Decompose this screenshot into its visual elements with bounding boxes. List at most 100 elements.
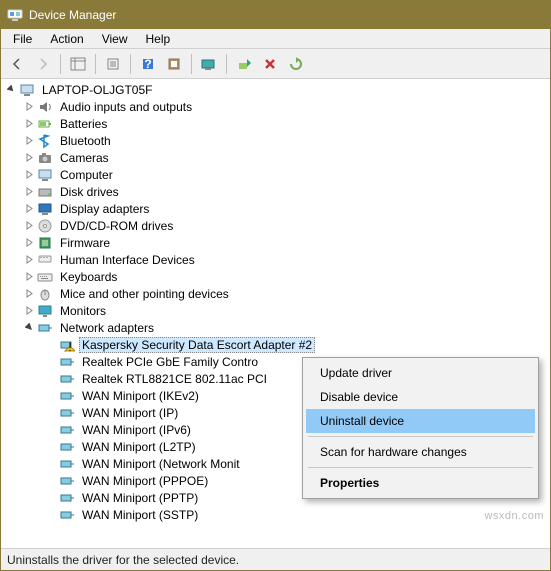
tree-category[interactable]: Bluetooth (1, 132, 550, 149)
expand-icon[interactable] (23, 135, 35, 147)
tree-category[interactable]: Disk drives (1, 183, 550, 200)
category-icon (37, 167, 53, 183)
expand-icon[interactable] (23, 271, 35, 283)
expand-icon[interactable] (23, 203, 35, 215)
category-label: Display adapters (57, 201, 152, 217)
network-adapter-icon (59, 354, 75, 370)
tree-category[interactable]: Human Interface Devices (1, 251, 550, 268)
tree-category[interactable]: DVD/CD-ROM drives (1, 217, 550, 234)
device-label: Kaspersky Security Data Escort Adapter #… (79, 337, 315, 353)
toolbar-sep (191, 54, 192, 74)
network-adapter-icon (59, 371, 75, 387)
network-adapter-icon (59, 405, 75, 421)
ctx-update-driver[interactable]: Update driver (306, 361, 535, 385)
svg-text:!: ! (68, 340, 71, 353)
expand-icon[interactable] (23, 169, 35, 181)
expand-icon[interactable] (23, 254, 35, 266)
window-title: Device Manager (29, 8, 116, 22)
forward-button[interactable] (31, 52, 55, 76)
category-icon (37, 235, 53, 251)
tree-category[interactable]: Network adapters (1, 319, 550, 336)
category-icon (37, 303, 53, 319)
update-driver-button[interactable] (284, 52, 308, 76)
toolbar: ? (1, 49, 550, 79)
device-label: WAN Miniport (IPv6) (79, 422, 194, 438)
action-button[interactable] (162, 52, 186, 76)
enable-button[interactable] (232, 52, 256, 76)
tree-category[interactable]: Cameras (1, 149, 550, 166)
device-item-selected[interactable]: ! Kaspersky Security Data Escort Adapter… (1, 336, 550, 353)
tree-category[interactable]: Audio inputs and outputs (1, 98, 550, 115)
network-adapter-warning-icon: ! (59, 337, 75, 353)
tree-category[interactable]: Batteries (1, 115, 550, 132)
collapse-icon[interactable] (23, 322, 35, 334)
ctx-properties[interactable]: Properties (306, 471, 535, 495)
expand-icon[interactable] (23, 237, 35, 249)
expand-icon[interactable] (23, 118, 35, 130)
tree-category[interactable]: Monitors (1, 302, 550, 319)
expand-icon[interactable] (23, 288, 35, 300)
category-label: Mice and other pointing devices (57, 286, 232, 302)
expand-icon[interactable] (23, 220, 35, 232)
statusbar: Uninstalls the driver for the selected d… (1, 548, 550, 570)
show-hide-tree-button[interactable] (66, 52, 90, 76)
category-label: Batteries (57, 116, 110, 132)
app-icon (7, 7, 23, 23)
expand-icon[interactable] (23, 186, 35, 198)
device-manager-window: Device Manager File Action View Help ? L… (0, 0, 551, 571)
expand-icon[interactable] (23, 101, 35, 113)
ctx-sep (308, 467, 533, 468)
expand-icon[interactable] (23, 152, 35, 164)
category-icon (37, 99, 53, 115)
category-icon (37, 133, 53, 149)
computer-icon (19, 82, 35, 98)
menubar: File Action View Help (1, 29, 550, 49)
status-text: Uninstalls the driver for the selected d… (7, 553, 239, 567)
svg-text:?: ? (144, 57, 151, 71)
help-button[interactable]: ? (136, 52, 160, 76)
ctx-disable-device[interactable]: Disable device (306, 385, 535, 409)
network-adapter-icon (59, 422, 75, 438)
device-label: WAN Miniport (Network Monit (79, 456, 243, 472)
network-adapter-icon (59, 507, 75, 523)
device-label: WAN Miniport (L2TP) (79, 439, 199, 455)
menu-action[interactable]: Action (42, 30, 91, 48)
category-icon (37, 252, 53, 268)
tree-root[interactable]: LAPTOP-OLJGT05F (1, 81, 550, 98)
network-adapter-icon (59, 490, 75, 506)
ctx-sep (308, 436, 533, 437)
menu-view[interactable]: View (94, 30, 136, 48)
scan-hardware-button[interactable] (197, 52, 221, 76)
category-label: Monitors (57, 303, 109, 319)
tree-category[interactable]: Mice and other pointing devices (1, 285, 550, 302)
expand-icon[interactable] (23, 305, 35, 317)
category-label: Cameras (57, 150, 112, 166)
device-item[interactable]: WAN Miniport (SSTP) (1, 506, 550, 523)
toolbar-sep (226, 54, 227, 74)
toolbar-sep (95, 54, 96, 74)
category-label: Firmware (57, 235, 113, 251)
device-label: Realtek RTL8821CE 802.11ac PCI (79, 371, 270, 387)
ctx-scan[interactable]: Scan for hardware changes (306, 440, 535, 464)
category-icon (37, 218, 53, 234)
category-icon (37, 201, 53, 217)
menu-help[interactable]: Help (138, 30, 179, 48)
tree-category[interactable]: Firmware (1, 234, 550, 251)
category-icon (37, 116, 53, 132)
collapse-icon[interactable] (5, 84, 17, 96)
disable-button[interactable] (258, 52, 282, 76)
category-label: Computer (57, 167, 116, 183)
tree-category[interactable]: Computer (1, 166, 550, 183)
network-adapter-icon (59, 456, 75, 472)
device-label: WAN Miniport (IKEv2) (79, 388, 202, 404)
tree-category[interactable]: Display adapters (1, 200, 550, 217)
category-icon (37, 150, 53, 166)
category-icon (37, 269, 53, 285)
menu-file[interactable]: File (5, 30, 40, 48)
context-menu: Update driver Disable device Uninstall d… (302, 357, 539, 499)
category-label: Disk drives (57, 184, 122, 200)
ctx-uninstall-device[interactable]: Uninstall device (306, 409, 535, 433)
properties-button[interactable] (101, 52, 125, 76)
back-button[interactable] (5, 52, 29, 76)
tree-category[interactable]: Keyboards (1, 268, 550, 285)
